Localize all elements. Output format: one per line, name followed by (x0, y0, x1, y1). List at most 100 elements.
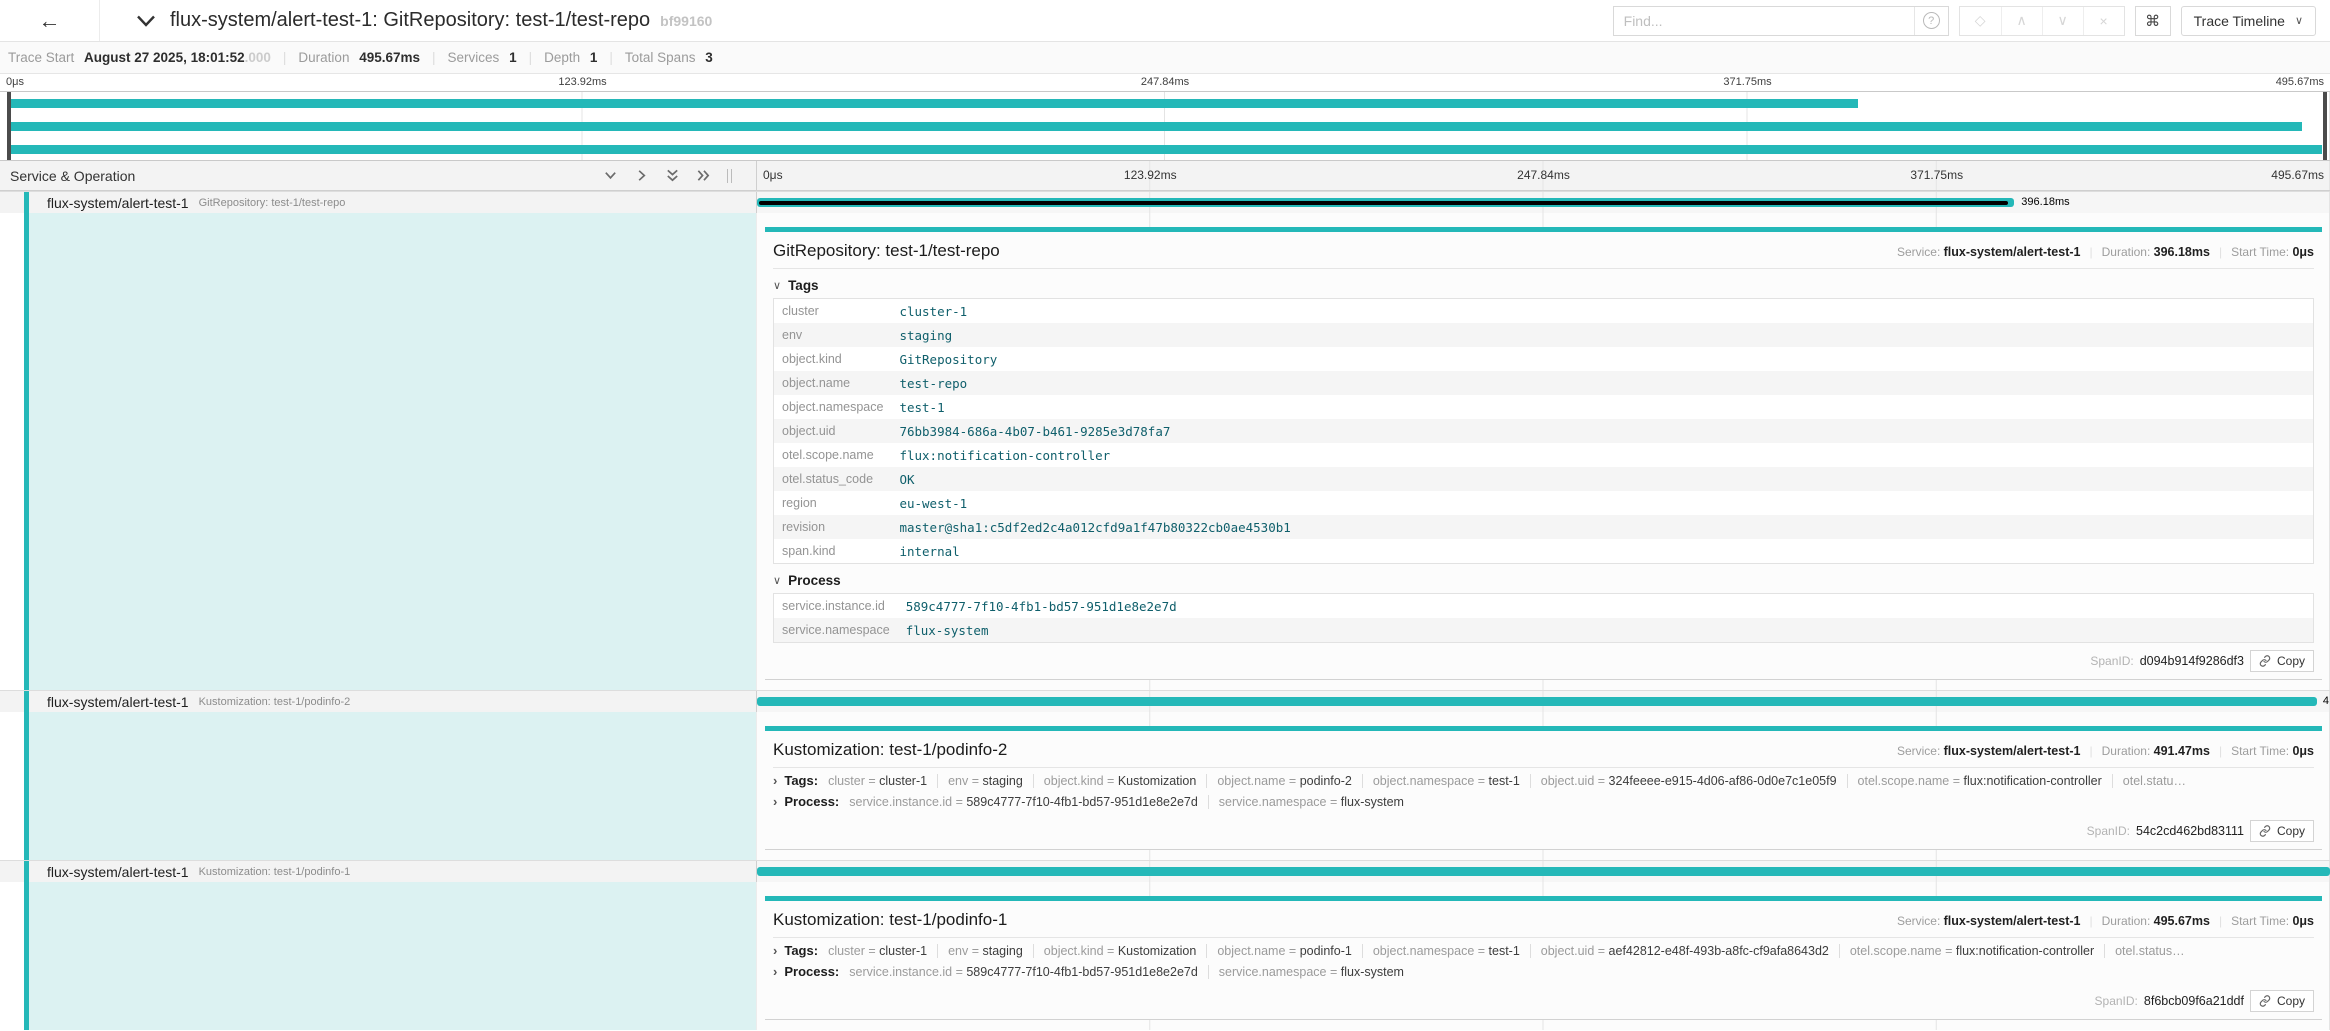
tags-summary-line[interactable]: ›Tags:cluster = cluster-1env = stagingob… (773, 768, 2314, 792)
copy-span-id-button[interactable]: Copy (2250, 820, 2314, 842)
span-duration-bar[interactable] (757, 198, 2014, 207)
tags-section-toggle[interactable]: ∨Tags (773, 278, 2314, 293)
expand-one-level-icon[interactable] (634, 168, 649, 183)
span-row[interactable]: flux-system/alert-test-1Kustomization: t… (0, 860, 2330, 882)
find-help-button[interactable]: ? (1914, 7, 1948, 35)
span-id-value: d094b914f9286df3 (2140, 654, 2244, 668)
find-input[interactable] (1614, 7, 1914, 35)
trace-id-short: bf99160 (660, 13, 712, 29)
collapse-controls (603, 168, 748, 183)
process-section-toggle[interactable]: ∨Process (773, 573, 2314, 588)
tag-row: object.namespacetest-1 (774, 395, 2314, 419)
minimap-tick-labels: 0μs123.92ms247.84ms371.75ms495.67ms (0, 74, 2330, 91)
tag-value: master@sha1:c5df2ed2c4a012cfd9a1f47b8032… (891, 515, 2313, 539)
process-summary-line[interactable]: ›Process:service.instance.id = 589c4777-… (773, 962, 2314, 983)
tag-summary-item: env = staging (937, 774, 1033, 788)
process-row: service.instance.id589c4777-7f10-4fb1-bd… (774, 594, 2314, 619)
span-duration-bar[interactable] (757, 697, 2317, 706)
equals-sign: = (1942, 944, 1956, 958)
span-detail-title: GitRepository: test-1/test-repo (773, 241, 1000, 261)
span-row[interactable]: flux-system/alert-test-1Kustomization: t… (0, 690, 2330, 712)
span-row[interactable]: flux-system/alert-test-1GitRepository: t… (0, 191, 2330, 213)
critical-path-overlay (759, 201, 2008, 205)
match-button[interactable]: ◇ (1960, 7, 2001, 35)
tags-summary-line[interactable]: ›Tags:cluster = cluster-1env = stagingob… (773, 938, 2314, 962)
tag-value: cluster-1 (879, 774, 927, 788)
copy-span-id-button[interactable]: Copy (2250, 990, 2314, 1012)
span-name-cell[interactable]: flux-system/alert-test-1Kustomization: t… (0, 861, 757, 882)
link-icon (2259, 825, 2271, 837)
span-duration-bar[interactable] (757, 867, 2330, 876)
equals-sign: = (1949, 774, 1963, 788)
prev-result-icon: ∧ (2017, 12, 2027, 28)
span-bar-cell[interactable]: 4 (757, 691, 2330, 712)
keyboard-shortcuts-button[interactable]: ⌘ (2135, 6, 2171, 36)
meta-separator: | (2219, 914, 2222, 928)
collapse-trace-header-button[interactable] (100, 14, 170, 28)
meta-value: flux-system/alert-test-1 (1944, 914, 2081, 928)
tick-label: 371.75ms (1723, 76, 1771, 88)
tag-key: object.name (774, 371, 892, 395)
page-title: flux-system/alert-test-1: GitRepository:… (170, 9, 712, 32)
tick-label: 0μs (6, 76, 24, 88)
meta-value: 396.18ms (2154, 245, 2210, 259)
meta-label: Start Time: (2231, 245, 2292, 259)
tag-key: object.namespace (1373, 774, 1474, 788)
tag-summary-item: otel.scope.name = flux:notification-cont… (1847, 774, 2112, 788)
tag-key: otel.scope.name (1850, 944, 1942, 958)
tag-value: 589c4777-7f10-4fb1-bd57-951d1e8e2e7d (966, 795, 1197, 809)
minimap-range-handle-right[interactable] (2323, 92, 2327, 160)
minimap-graph[interactable] (0, 91, 2330, 161)
tag-key: service.namespace (1219, 795, 1327, 809)
tag-summary-item: service.instance.id = 589c4777-7f10-4fb1… (849, 965, 1208, 979)
tag-summary-item: object.kind = Kustomization (1033, 774, 1207, 788)
meta-value: 0μs (2292, 914, 2314, 928)
span-detail-meta: Service: flux-system/alert-test-1|Durati… (1897, 914, 2314, 928)
chevron-right-icon: › (773, 794, 777, 809)
span-name-cell[interactable]: flux-system/alert-test-1Kustomization: t… (0, 691, 757, 712)
equals-sign: = (1594, 774, 1608, 788)
back-button[interactable]: ← (0, 0, 100, 41)
expand-all-icon[interactable] (696, 168, 711, 183)
trace-view-selector[interactable]: Trace Timeline ∨ (2181, 6, 2316, 36)
span-bar-cell[interactable] (757, 861, 2330, 882)
span-detail-row: Kustomization: test-1/podinfo-1Service: … (0, 882, 2330, 1030)
next-result-button[interactable]: ∨ (2042, 7, 2083, 35)
tag-row: span.kindinternal (774, 539, 2314, 564)
collapse-all-icon[interactable] (665, 168, 680, 183)
tag-key: region (774, 491, 892, 515)
link-icon (2259, 995, 2271, 1007)
service-color-bar (24, 691, 29, 712)
column-resize-handle[interactable] (727, 169, 732, 183)
trace-title-text: flux-system/alert-test-1: GitRepository:… (170, 9, 650, 31)
process-summary-line[interactable]: ›Process:service.instance.id = 589c4777-… (773, 792, 2314, 813)
span-detail-accent-column (24, 213, 756, 690)
copy-span-id-button[interactable]: Copy (2250, 650, 2314, 672)
equals-sign: = (865, 944, 879, 958)
summary-item-value: 1 (509, 50, 517, 65)
span-bar-cell[interactable]: 396.18ms (757, 192, 2330, 213)
key-value-table: clustercluster-1envstagingobject.kindGit… (773, 298, 2314, 564)
minimap-range-handle-left[interactable] (7, 92, 11, 160)
collapse-one-level-icon[interactable] (603, 168, 618, 183)
minimap-span-bar (8, 145, 2322, 154)
summary-item-value: 495.67ms (359, 50, 420, 65)
span-name-cell[interactable]: flux-system/alert-test-1GitRepository: t… (0, 192, 757, 213)
summary-item-label: Depth (544, 50, 584, 65)
tag-row: object.nametest-repo (774, 371, 2314, 395)
span-detail-gutter (0, 213, 757, 690)
prev-result-button[interactable]: ∧ (2001, 7, 2042, 35)
tag-row: object.uid76bb3984-686a-4b07-b461-9285e3… (774, 419, 2314, 443)
span-operation-name: Kustomization: test-1/podinfo-1 (199, 866, 351, 878)
timeline-tick-header: 0μs123.92ms247.84ms371.75ms495.67ms (757, 161, 2330, 190)
meta-value: 0μs (2292, 744, 2314, 758)
chevron-down-icon: ∨ (773, 279, 781, 292)
tag-key: span.kind (774, 539, 892, 564)
clear-search-button[interactable]: × (2083, 7, 2124, 35)
tick-label: 247.84ms (1517, 168, 1570, 182)
next-result-icon: ∨ (2058, 12, 2068, 28)
service-operation-label: Service & Operation (10, 168, 135, 184)
tag-key: object.uid (1541, 774, 1595, 788)
span-detail-card: Kustomization: test-1/podinfo-1Service: … (765, 896, 2322, 1020)
tag-key: revision (774, 515, 892, 539)
